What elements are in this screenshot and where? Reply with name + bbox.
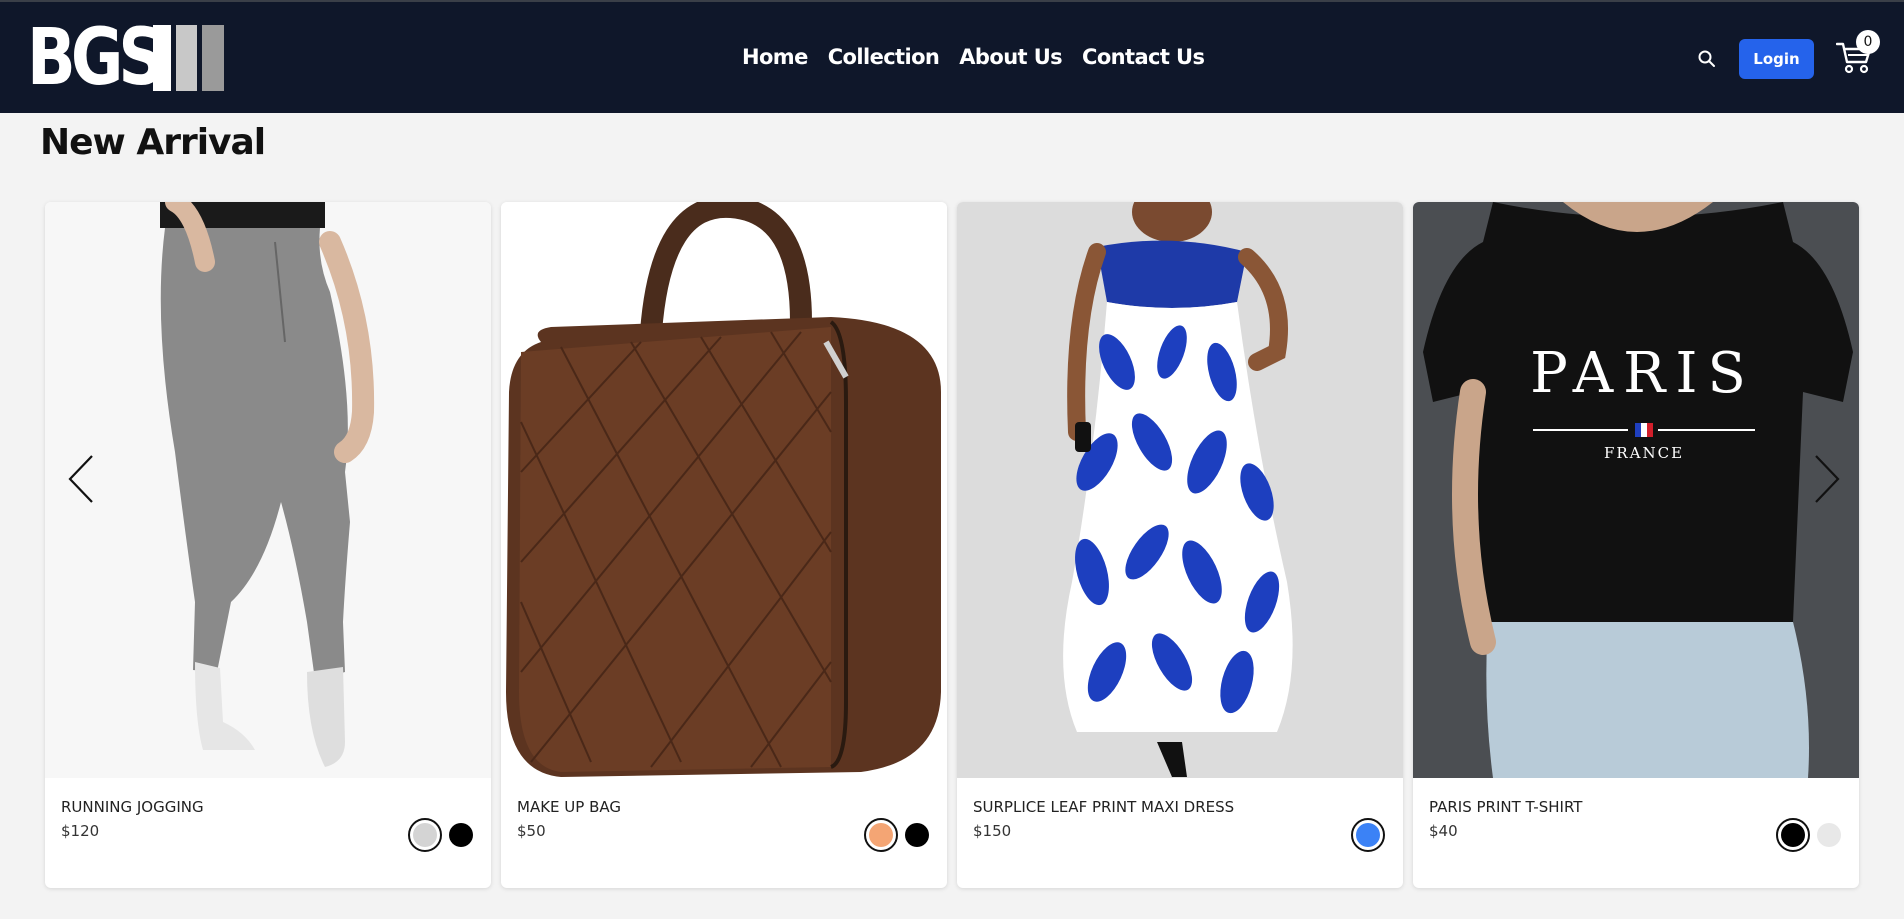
product-card-make-up-bag[interactable]: MAKE UP BAG $50: [501, 202, 947, 888]
color-swatch-black[interactable]: [1776, 818, 1810, 852]
product-image[interactable]: [501, 202, 947, 778]
nav-contact-us[interactable]: Contact Us: [1082, 45, 1205, 69]
search-icon[interactable]: [1697, 49, 1717, 69]
color-swatch-light-gray[interactable]: [1817, 823, 1841, 847]
color-swatches: [864, 818, 929, 852]
product-name[interactable]: PARIS PRINT T-SHIRT: [1429, 798, 1582, 816]
product-image[interactable]: [45, 202, 491, 778]
product-card-paris-print-t-shirt[interactable]: PARIS FRANCE PARIS PRINT T-SHIRT $40: [1413, 202, 1859, 888]
nav-home[interactable]: Home: [742, 45, 808, 69]
color-swatch-light-gray[interactable]: [408, 818, 442, 852]
section-title: New Arrival: [40, 122, 266, 163]
login-button[interactable]: Login: [1739, 39, 1814, 79]
color-swatch-blue[interactable]: [1351, 818, 1385, 852]
product-name[interactable]: RUNNING JOGGING: [61, 798, 204, 816]
chevron-right-icon[interactable]: [1812, 454, 1842, 504]
color-swatch-black[interactable]: [449, 823, 473, 847]
color-swatches: [1776, 818, 1841, 852]
product-price: $150: [973, 822, 1012, 840]
tshirt-print-paris: PARIS: [1530, 341, 1756, 406]
product-card-surplice-leaf-print-maxi-dress[interactable]: SURPLICE LEAF PRINT MAXI DRESS $150: [957, 202, 1403, 888]
product-price: $40: [1429, 822, 1458, 840]
product-image[interactable]: PARIS FRANCE: [1413, 202, 1859, 778]
product-card-running-jogging[interactable]: RUNNING JOGGING $120: [45, 202, 491, 888]
nav-about-us[interactable]: About Us: [959, 45, 1062, 69]
chevron-left-icon[interactable]: [66, 454, 96, 504]
main-nav: Home Collection About Us Contact Us: [742, 45, 1205, 69]
site-header: BGS Home Collection About Us Contact Us …: [0, 2, 1904, 113]
product-price: $50: [517, 822, 546, 840]
cart-count-badge: 0: [1856, 30, 1880, 54]
brand-logo-text: BGS: [27, 13, 164, 103]
nav-collection[interactable]: Collection: [828, 45, 940, 69]
color-swatch-black[interactable]: [905, 823, 929, 847]
color-swatches: [1351, 818, 1385, 852]
product-name[interactable]: MAKE UP BAG: [517, 798, 621, 816]
brand-logo[interactable]: BGS: [27, 13, 224, 103]
color-swatches: [408, 818, 473, 852]
tshirt-print-france: FRANCE: [1604, 444, 1684, 462]
product-name[interactable]: SURPLICE LEAF PRINT MAXI DRESS: [973, 798, 1234, 816]
product-image[interactable]: [957, 202, 1403, 778]
product-price: $120: [61, 822, 100, 840]
brand-logo-bars: [153, 25, 224, 91]
color-swatch-peach[interactable]: [864, 818, 898, 852]
